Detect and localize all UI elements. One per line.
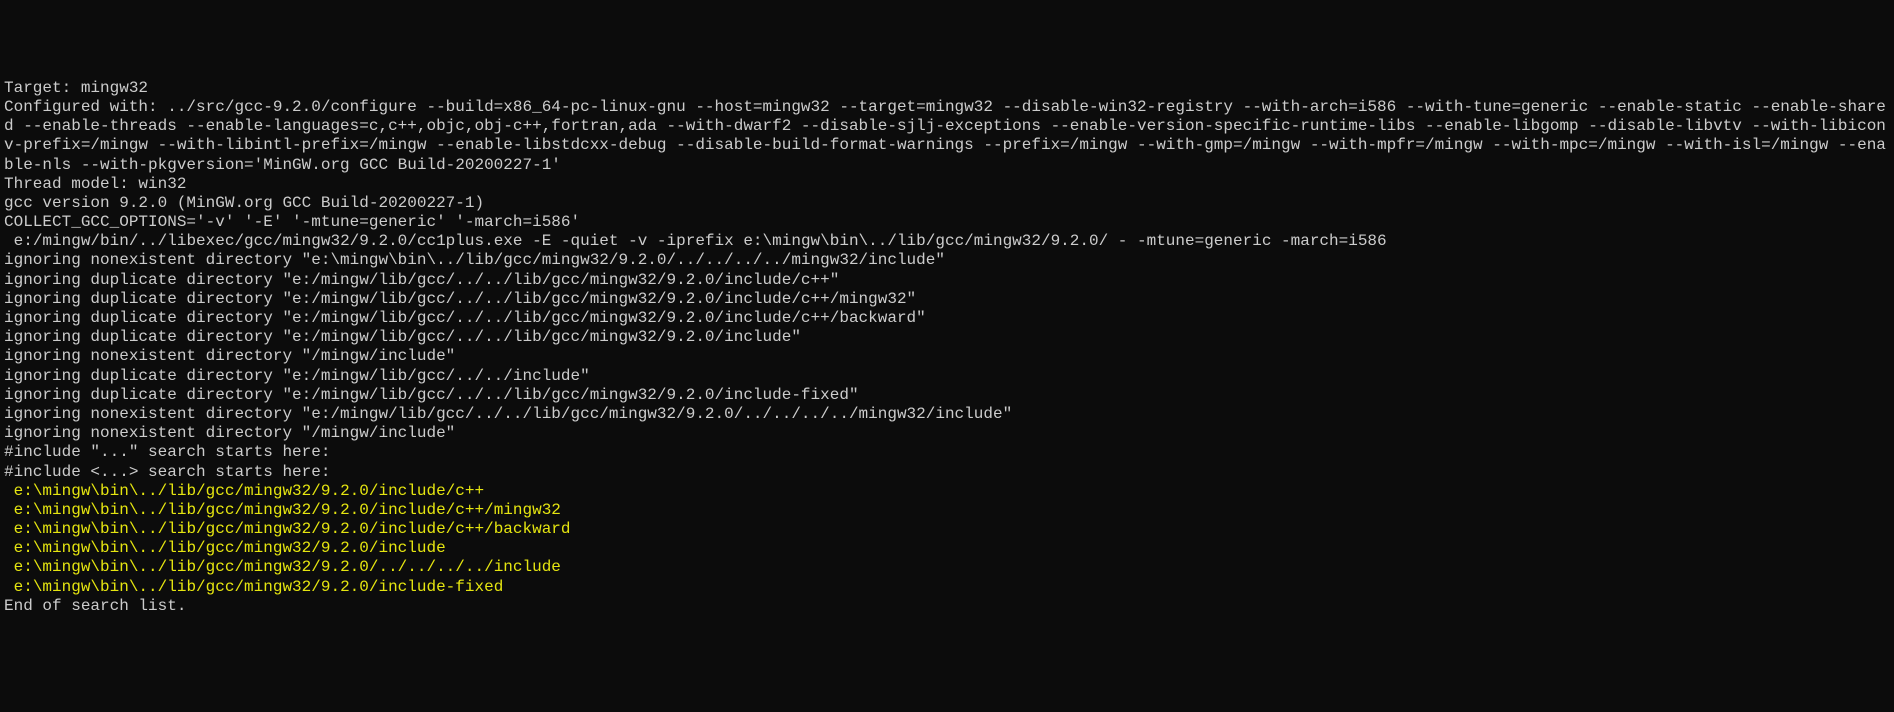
terminal-line: ignoring duplicate directory "e:/mingw/l… xyxy=(4,328,1890,347)
terminal-line: e:\mingw\bin\../lib/gcc/mingw32/9.2.0/in… xyxy=(4,578,1890,597)
terminal-line: COLLECT_GCC_OPTIONS='-v' '-E' '-mtune=ge… xyxy=(4,213,1890,232)
terminal-line: ignoring nonexistent directory "/mingw/i… xyxy=(4,424,1890,443)
terminal-line: ignoring duplicate directory "e:/mingw/l… xyxy=(4,309,1890,328)
terminal-line: ignoring duplicate directory "e:/mingw/l… xyxy=(4,271,1890,290)
terminal-line: ignoring duplicate directory "e:/mingw/l… xyxy=(4,290,1890,309)
terminal-line: End of search list. xyxy=(4,597,1890,616)
terminal-line: gcc version 9.2.0 (MinGW.org GCC Build-2… xyxy=(4,194,1890,213)
terminal-line: e:\mingw\bin\../lib/gcc/mingw32/9.2.0/in… xyxy=(4,539,1890,558)
terminal-line: ignoring nonexistent directory "/mingw/i… xyxy=(4,347,1890,366)
terminal-line: Target: mingw32 xyxy=(4,79,1890,98)
terminal-line: e:/mingw/bin/../libexec/gcc/mingw32/9.2.… xyxy=(4,232,1890,251)
terminal-line: e:\mingw\bin\../lib/gcc/mingw32/9.2.0/in… xyxy=(4,482,1890,501)
terminal-line: ignoring duplicate directory "e:/mingw/l… xyxy=(4,386,1890,405)
terminal-line: e:\mingw\bin\../lib/gcc/mingw32/9.2.0/in… xyxy=(4,501,1890,520)
terminal-line: ignoring duplicate directory "e:/mingw/l… xyxy=(4,367,1890,386)
terminal-line: #include <...> search starts here: xyxy=(4,463,1890,482)
terminal-line: e:\mingw\bin\../lib/gcc/mingw32/9.2.0/in… xyxy=(4,520,1890,539)
terminal-line: ignoring nonexistent directory "e:\mingw… xyxy=(4,251,1890,270)
terminal-line: ignoring nonexistent directory "e:/mingw… xyxy=(4,405,1890,424)
terminal-line: #include "..." search starts here: xyxy=(4,443,1890,462)
terminal-line: Thread model: win32 xyxy=(4,175,1890,194)
terminal-output: Target: mingw32Configured with: ../src/g… xyxy=(4,79,1890,616)
terminal-line: e:\mingw\bin\../lib/gcc/mingw32/9.2.0/..… xyxy=(4,558,1890,577)
terminal-line: Configured with: ../src/gcc-9.2.0/config… xyxy=(4,98,1890,175)
